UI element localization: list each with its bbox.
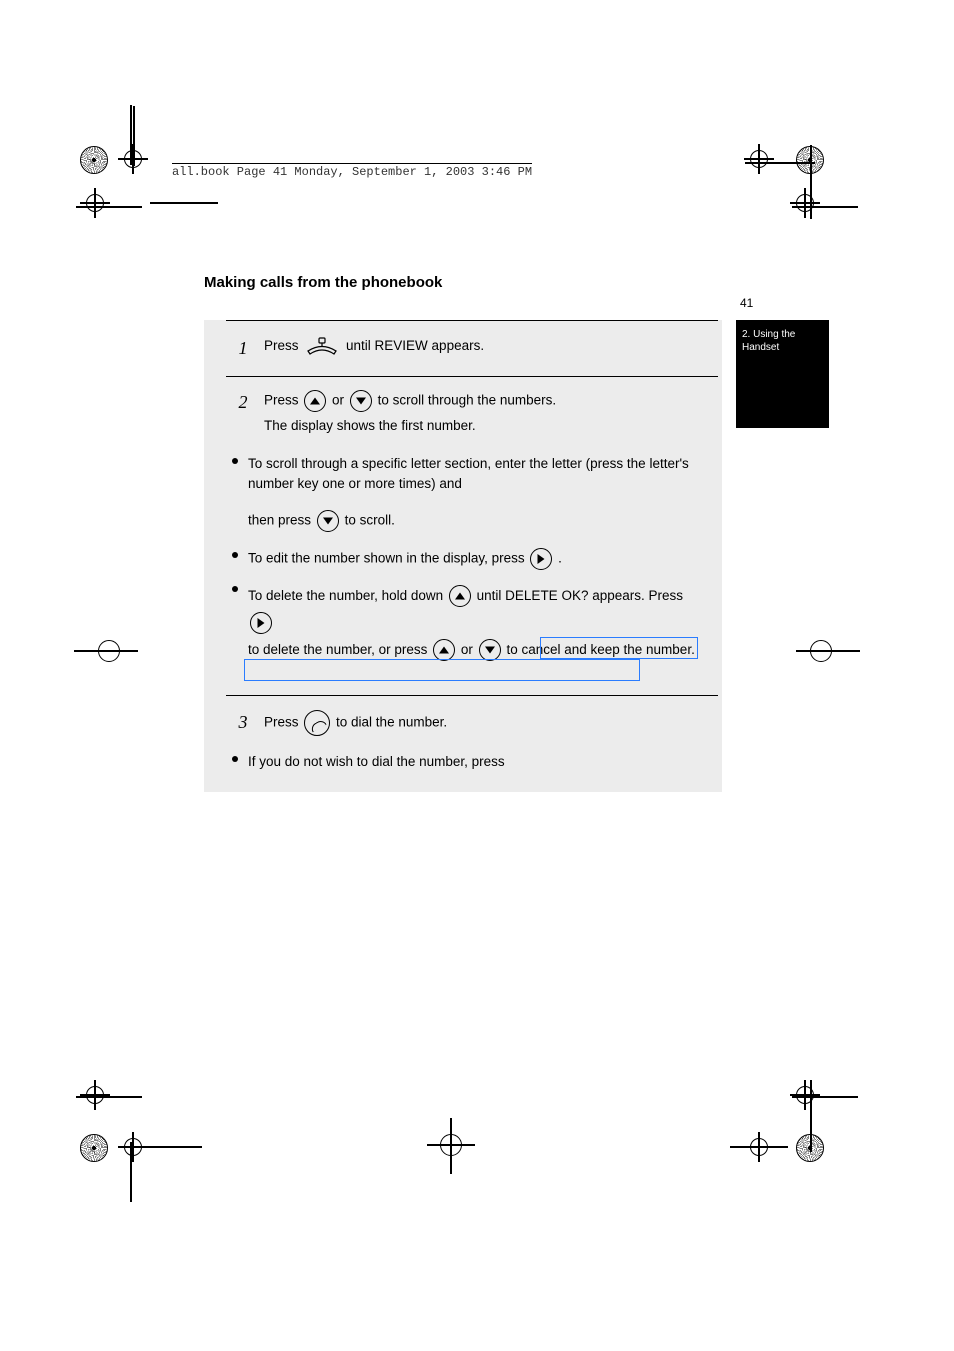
step2-bullet2-after: . xyxy=(558,551,562,566)
step3-bullet-text: If you do not wish to dial the number, p… xyxy=(248,752,704,772)
tab-line2: Handset xyxy=(742,341,823,354)
bullet-icon xyxy=(232,756,238,762)
step-number-2: 2 xyxy=(230,392,256,413)
arrow-down-icon xyxy=(350,390,372,412)
phonebook-icon xyxy=(305,336,339,356)
step2-bullet3b-before: to delete the number, xyxy=(248,642,375,657)
divider xyxy=(226,695,718,696)
divider xyxy=(226,376,718,377)
crop-v-line-tr xyxy=(760,105,762,165)
crop-h-line-tr2 xyxy=(745,162,815,164)
page-header: all.book Page 41 Monday, September 1, 20… xyxy=(172,163,532,179)
step2-bullet1b-after: to scroll. xyxy=(345,513,395,528)
step-2-body: Press or to scroll through the numbers. … xyxy=(264,390,704,436)
bullet-icon xyxy=(232,586,238,592)
arrow-right-icon xyxy=(250,612,272,634)
talk-icon xyxy=(304,710,330,736)
step2-bullet-1: To scroll through a specific letter sect… xyxy=(232,454,704,493)
crop-h-line-bl xyxy=(76,1096,142,1098)
step-number-1: 1 xyxy=(230,338,256,359)
step2-lead-before: Press xyxy=(264,393,302,408)
link-highlight[interactable] xyxy=(540,637,698,659)
step2-bullet-2: To edit the number shown in the display,… xyxy=(232,548,704,570)
crop-v-line-bl xyxy=(130,1142,132,1202)
page-number: 41 xyxy=(740,296,753,310)
step-3-body: Press to dial the number. xyxy=(264,710,704,736)
step3-text-before: Press xyxy=(264,715,302,730)
crop-h-line-br2 xyxy=(730,1146,788,1148)
tab-line1: 2. Using the xyxy=(742,328,823,341)
divider xyxy=(226,320,718,321)
step3-bullet: If you do not wish to dial the number, p… xyxy=(232,752,704,772)
arrow-down-icon xyxy=(317,510,339,532)
crop-h-line-tr xyxy=(792,206,858,208)
step2-bullet1b-before: then press xyxy=(248,513,315,528)
step-number-3: 3 xyxy=(230,712,256,733)
bullet-icon xyxy=(232,458,238,464)
crop-v-line-br2 xyxy=(810,1080,812,1152)
crop-v-line-tl xyxy=(130,105,132,165)
instruction-panel: 1 Press until REVIEW appears. 2 Press or… xyxy=(204,320,722,792)
step2-bullet1-text: To scroll through a specific letter sect… xyxy=(248,456,689,491)
step2-lead-after: to scroll through the numbers. xyxy=(378,393,557,408)
bullet-icon xyxy=(232,552,238,558)
link-highlight[interactable] xyxy=(244,659,640,681)
crop-line-ml xyxy=(74,650,138,652)
crop-v-line-bc xyxy=(450,1118,452,1174)
crop-h-line-tl xyxy=(76,206,142,208)
step2-bullet-1-cont: then press to scroll. xyxy=(248,510,704,532)
section-heading: Making calls from the phonebook xyxy=(204,274,704,291)
chapter-tab: 2. Using the Handset xyxy=(736,320,829,428)
crop-h-line-br xyxy=(792,1096,858,1098)
step2-bullet3b-mid: or press xyxy=(379,642,432,657)
step3-text-after: to dial the number. xyxy=(336,715,447,730)
step1-text-after: until REVIEW appears. xyxy=(346,338,484,353)
crop-h-line-bl2 xyxy=(144,1146,202,1148)
arrow-up-icon xyxy=(304,390,326,412)
step-1-body: Press until REVIEW appears. xyxy=(264,336,704,356)
crop-line-mr xyxy=(796,650,860,652)
step1-text-before: Press xyxy=(264,338,302,353)
step2-bullet3b-or: or xyxy=(461,642,477,657)
crop-v-line-br xyxy=(760,1142,762,1202)
arrow-right-icon xyxy=(530,548,552,570)
crop-v-line-tr2 xyxy=(810,145,812,219)
arrow-up-icon xyxy=(449,585,471,607)
step2-bullet2-before: To edit the number shown in the display,… xyxy=(248,551,528,566)
step2-bullet3a-mid: until DELETE OK? appears. Press xyxy=(477,588,683,603)
step2-lead-mid: or xyxy=(332,393,348,408)
step2-display-note: The display shows the first number. xyxy=(264,416,704,436)
step2-bullet3a-before: To delete the number, hold down xyxy=(248,588,447,603)
